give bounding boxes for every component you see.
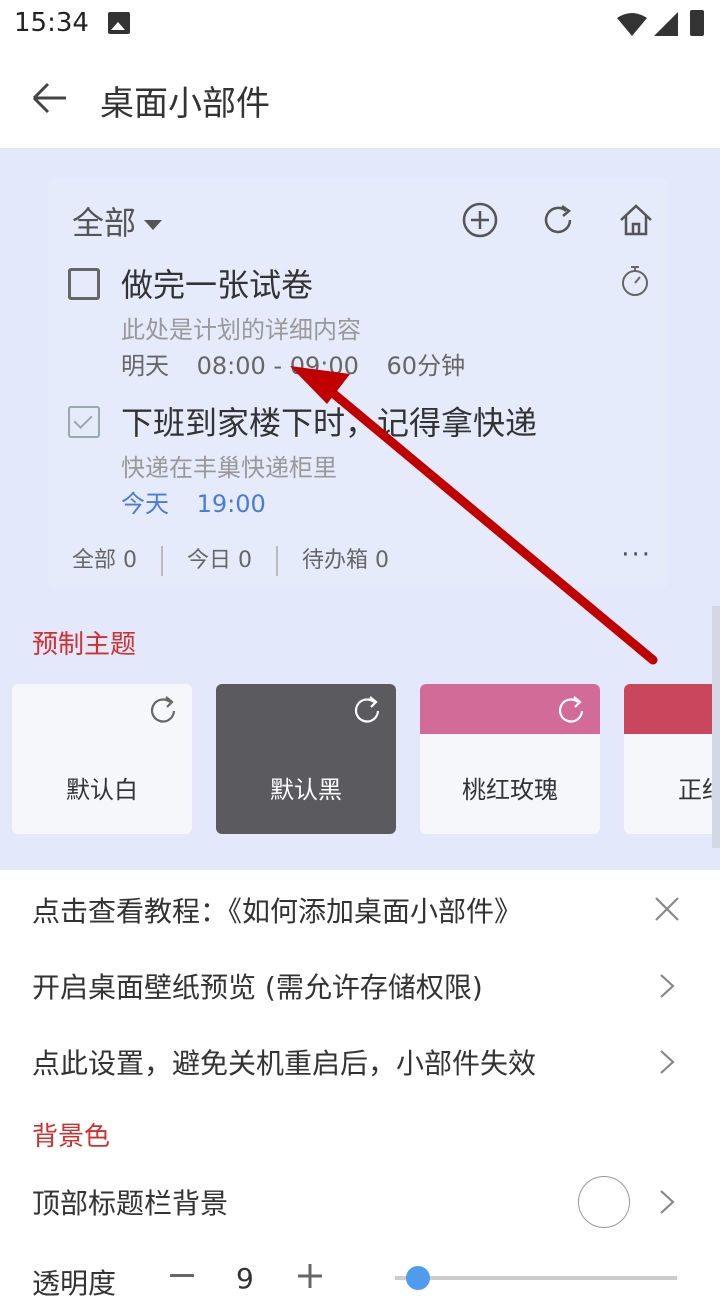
gallery-notification-icon	[108, 12, 130, 34]
refresh-icon[interactable]	[538, 200, 578, 240]
status-time: 15:34	[14, 8, 89, 38]
minus-button[interactable]	[170, 1274, 194, 1277]
opacity-row: 透明度 9	[0, 1250, 720, 1300]
battery-icon	[690, 10, 704, 36]
task-description: 快递在丰巢快递柜里	[121, 454, 337, 482]
task-day: 明天	[121, 352, 169, 380]
widget-footer: 全部 0 今日 0 待办箱 0 ···	[72, 540, 662, 586]
section-preset-themes: 预制主题	[32, 630, 137, 660]
chevron-right-icon	[660, 1050, 675, 1074]
task-checkbox[interactable]	[68, 268, 100, 300]
count-all[interactable]: 全部 0	[72, 546, 161, 576]
color-swatch[interactable]	[578, 1176, 630, 1228]
task-item[interactable]: 下班到家楼下时，记得拿快递 快递在丰巢快递柜里 今天 19:00	[68, 398, 658, 518]
theme-card-white[interactable]: 默认白	[12, 684, 192, 834]
opacity-value: 9	[236, 1262, 254, 1295]
add-circle-icon[interactable]	[460, 200, 500, 240]
more-icon[interactable]: ···	[621, 540, 652, 570]
filter-label: 全部	[72, 204, 137, 242]
count-inbox[interactable]: 待办箱 0	[276, 546, 413, 576]
opacity-slider-thumb[interactable]	[406, 1266, 430, 1290]
theme-name: 默认黑	[270, 776, 342, 804]
opacity-label: 透明度	[32, 1267, 117, 1300]
task-meta: 明天 08:00 - 09:00 60分钟	[121, 346, 485, 381]
task-description: 此处是计划的详细内容	[121, 316, 361, 344]
task-time: 19:00	[196, 490, 266, 518]
task-day: 今天	[121, 490, 169, 518]
wallpaper-preview-row[interactable]: 开启桌面壁纸预览 (需允许存储权限)	[0, 948, 720, 1024]
theme-color-band	[624, 684, 720, 734]
topbar-background-label: 顶部标题栏背景	[32, 1187, 229, 1220]
widget-preview: 全部 做完一张试卷 此处是计划的详细内容 明天 08:00 - 09:00 60…	[48, 178, 668, 588]
carousel-scrollbar[interactable]	[712, 606, 720, 848]
task-time: 08:00 - 09:00	[196, 352, 359, 380]
chevron-right-icon	[660, 1190, 675, 1214]
theme-card-red[interactable]: 正红	[624, 684, 720, 834]
topbar-background-row[interactable]: 顶部标题栏背景	[0, 1170, 720, 1234]
task-duration: 60分钟	[386, 352, 466, 380]
app-bar: 桌面小部件	[0, 48, 720, 148]
section-background-color: 背景色	[32, 1122, 111, 1152]
home-icon[interactable]	[616, 200, 656, 240]
signal-icon	[654, 12, 678, 36]
theme-name: 默认白	[66, 776, 138, 804]
tutorial-row[interactable]: 点击查看教程：《如何添加桌面小部件》	[0, 872, 720, 948]
refresh-icon[interactable]	[146, 694, 180, 728]
close-icon[interactable]	[654, 896, 680, 922]
wallpaper-preview-label: 开启桌面壁纸预览 (需允许存储权限)	[32, 971, 483, 1004]
tutorial-link[interactable]: 点击查看教程：《如何添加桌面小部件》	[32, 890, 522, 930]
theme-card-black[interactable]: 默认黑	[216, 684, 396, 834]
theme-name: 桃红玫瑰	[462, 776, 558, 804]
task-checkbox-checked[interactable]	[68, 406, 100, 438]
status-bar: 15:34	[0, 0, 720, 48]
caret-down-icon	[144, 220, 163, 230]
theme-card-peach-rose[interactable]: 桃红玫瑰	[420, 684, 600, 834]
refresh-icon[interactable]	[554, 694, 588, 728]
task-item[interactable]: 做完一张试卷 此处是计划的详细内容 明天 08:00 - 09:00 60分钟	[68, 260, 658, 380]
widget-preview-area: 全部 做完一张试卷 此处是计划的详细内容 明天 08:00 - 09:00 60…	[0, 148, 720, 870]
page-title: 桌面小部件	[100, 84, 270, 124]
opacity-slider-track[interactable]	[395, 1276, 677, 1280]
chevron-right-icon	[660, 974, 675, 998]
stopwatch-icon[interactable]	[618, 264, 652, 298]
theme-carousel[interactable]: 默认白 默认黑 桃红玫瑰 正红	[12, 684, 720, 834]
task-title: 下班到家楼下时，记得拿快递	[121, 404, 538, 442]
back-arrow-icon[interactable]	[30, 80, 70, 116]
keep-alive-settings-row[interactable]: 点此设置，避免关机重启后，小部件失效	[0, 1024, 720, 1100]
count-today[interactable]: 今日 0	[161, 546, 276, 576]
wifi-icon	[617, 13, 647, 36]
task-meta: 今天 19:00	[121, 484, 286, 519]
task-title: 做完一张试卷	[121, 266, 314, 304]
plus-button[interactable]	[298, 1264, 322, 1288]
filter-dropdown[interactable]: 全部	[72, 198, 163, 244]
refresh-icon[interactable]	[350, 694, 384, 728]
keep-alive-label: 点此设置，避免关机重启后，小部件失效	[32, 1047, 537, 1080]
